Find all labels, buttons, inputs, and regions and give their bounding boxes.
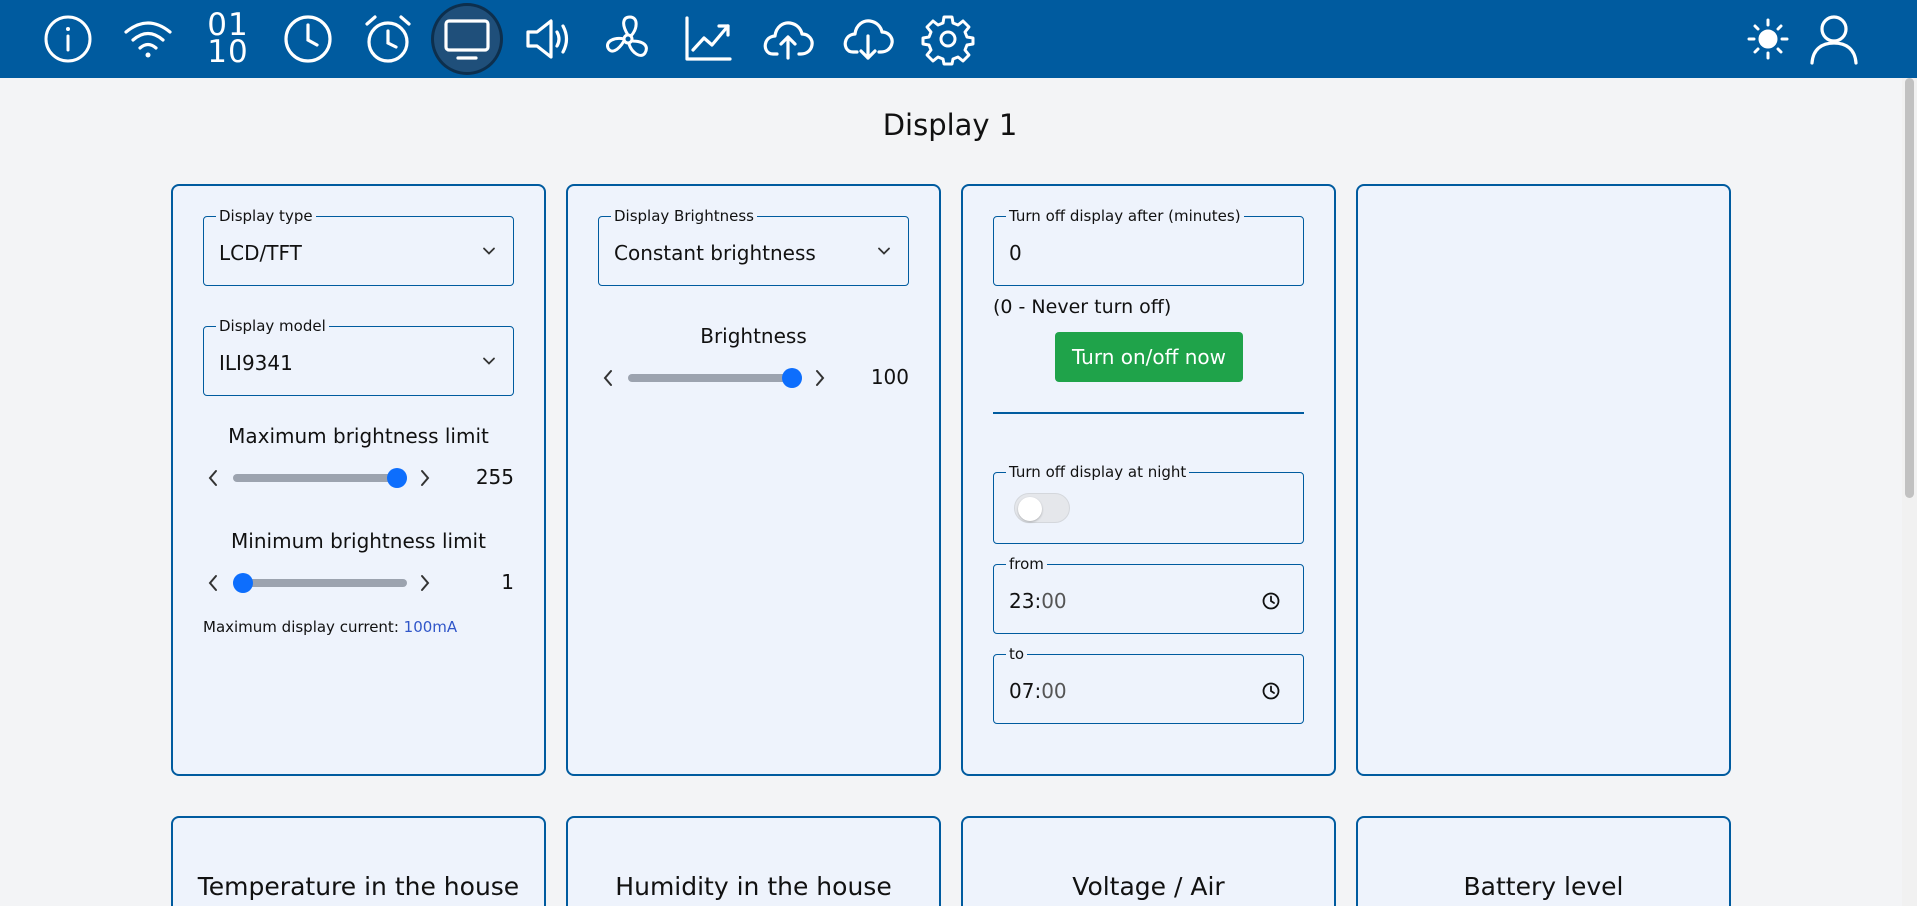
slider-track[interactable]	[628, 374, 802, 382]
night-off-legend: Turn off display at night	[1006, 463, 1190, 481]
from-time-value[interactable]: 23:00	[1009, 589, 1067, 613]
to-hours: 07:	[1009, 679, 1042, 703]
section-divider	[993, 412, 1304, 414]
brightness-label: Brightness	[700, 324, 807, 348]
brightness-value: 100	[870, 365, 909, 389]
slider-thumb[interactable]	[782, 368, 802, 388]
chevron-down-icon	[483, 247, 495, 255]
slider-track[interactable]	[233, 474, 407, 482]
chevron-down-icon	[878, 247, 890, 255]
max-brightness-label: Maximum brightness limit	[228, 424, 489, 448]
min-brightness-value: 1	[501, 570, 514, 594]
max-brightness-value: 255	[475, 465, 514, 489]
temperature-card-title: Temperature in the house	[197, 872, 520, 901]
to-minutes: 00	[1041, 679, 1067, 703]
empty-card	[1356, 184, 1731, 776]
slider-thumb[interactable]	[233, 573, 253, 593]
power-schedule-card: Turn off display after (minutes) 0 (0 - …	[961, 184, 1336, 776]
max-current-line: Maximum display current: 100mA	[203, 618, 457, 636]
night-off-field: Turn off display at night	[993, 463, 1304, 544]
top-navigation-bar: 01 10	[0, 0, 1917, 78]
from-legend: from	[1006, 555, 1047, 573]
brightness-mode-legend: Display Brightness	[611, 207, 757, 225]
binary-bottom-text: 10	[207, 34, 249, 70]
chevron-right-icon[interactable]	[415, 467, 435, 489]
from-time-input[interactable]: from 23:00	[993, 555, 1304, 634]
cloud-upload-icon[interactable]	[756, 7, 820, 71]
scrollbar-thumb[interactable]	[1905, 78, 1914, 498]
brightness-slider[interactable]: 100	[598, 363, 909, 393]
display-model-value: ILI9341	[219, 351, 293, 375]
turn-off-after-input[interactable]: Turn off display after (minutes) 0	[993, 207, 1304, 286]
turn-on-off-now-button[interactable]: Turn on/off now	[1055, 332, 1243, 382]
cloud-download-icon[interactable]	[836, 7, 900, 71]
binary-icon[interactable]: 01 10	[196, 7, 260, 71]
turn-off-after-legend: Turn off display after (minutes)	[1006, 207, 1244, 225]
voltage-air-card: Voltage / Air	[961, 816, 1336, 906]
gear-icon[interactable]	[916, 7, 980, 71]
toggle-knob	[1018, 497, 1042, 521]
display-type-select[interactable]: Display type LCD/TFT	[203, 207, 514, 286]
voltage-air-card-title: Voltage / Air	[1072, 872, 1225, 901]
wifi-icon[interactable]	[116, 7, 180, 71]
to-legend: to	[1006, 645, 1028, 663]
chevron-left-icon[interactable]	[203, 467, 223, 489]
to-time-input[interactable]: to 07:00	[993, 645, 1304, 724]
brightness-mode-select[interactable]: Display Brightness Constant brightness	[598, 207, 909, 286]
display-type-value: LCD/TFT	[219, 241, 302, 265]
humidity-card: Humidity in the house	[566, 816, 941, 906]
chart-line-icon[interactable]	[676, 7, 740, 71]
humidity-card-title: Humidity in the house	[615, 872, 892, 901]
speaker-icon[interactable]	[516, 7, 580, 71]
page-title: Display 1	[882, 108, 1018, 142]
display-model-select[interactable]: Display model ILI9341	[203, 317, 514, 396]
turn-off-after-value[interactable]: 0	[1009, 241, 1022, 265]
min-brightness-slider[interactable]: 1	[203, 568, 514, 598]
battery-level-card: Battery level	[1356, 816, 1731, 906]
max-brightness-slider[interactable]: 255	[203, 463, 514, 493]
battery-level-card-title: Battery level	[1463, 872, 1624, 901]
from-minutes: 00	[1041, 589, 1067, 613]
clock-icon[interactable]	[1261, 681, 1281, 701]
chevron-right-icon[interactable]	[810, 367, 830, 389]
brightness-mode-value: Constant brightness	[614, 241, 816, 265]
slider-thumb[interactable]	[387, 468, 407, 488]
display-settings-card: Display type LCD/TFT Display model ILI93…	[171, 184, 546, 776]
clock-icon[interactable]	[276, 7, 340, 71]
slider-track[interactable]	[233, 579, 407, 587]
chevron-left-icon[interactable]	[598, 367, 618, 389]
alarm-clock-icon[interactable]	[356, 7, 420, 71]
to-time-value[interactable]: 07:00	[1009, 679, 1067, 703]
min-brightness-label: Minimum brightness limit	[231, 529, 486, 553]
chevron-down-icon	[483, 357, 495, 365]
brightness-card: Display Brightness Constant brightness B…	[566, 184, 941, 776]
user-icon[interactable]	[1802, 7, 1866, 71]
from-hours: 23:	[1009, 589, 1042, 613]
chevron-right-icon[interactable]	[415, 572, 435, 594]
night-off-toggle[interactable]	[1014, 493, 1070, 523]
chevron-left-icon[interactable]	[203, 572, 223, 594]
display-type-legend: Display type	[216, 207, 316, 225]
page-scrollbar[interactable]	[1902, 78, 1917, 906]
max-current-value: 100mA	[403, 618, 458, 636]
never-turn-off-hint: (0 - Never turn off)	[993, 296, 1172, 318]
display-model-legend: Display model	[216, 317, 329, 335]
temperature-card: Temperature in the house	[171, 816, 546, 906]
fan-icon[interactable]	[596, 7, 660, 71]
sun-icon[interactable]	[1736, 7, 1800, 71]
info-icon[interactable]	[36, 7, 100, 71]
max-current-label: Maximum display current:	[203, 618, 399, 636]
clock-icon[interactable]	[1261, 591, 1281, 611]
monitor-icon[interactable]	[434, 6, 500, 72]
